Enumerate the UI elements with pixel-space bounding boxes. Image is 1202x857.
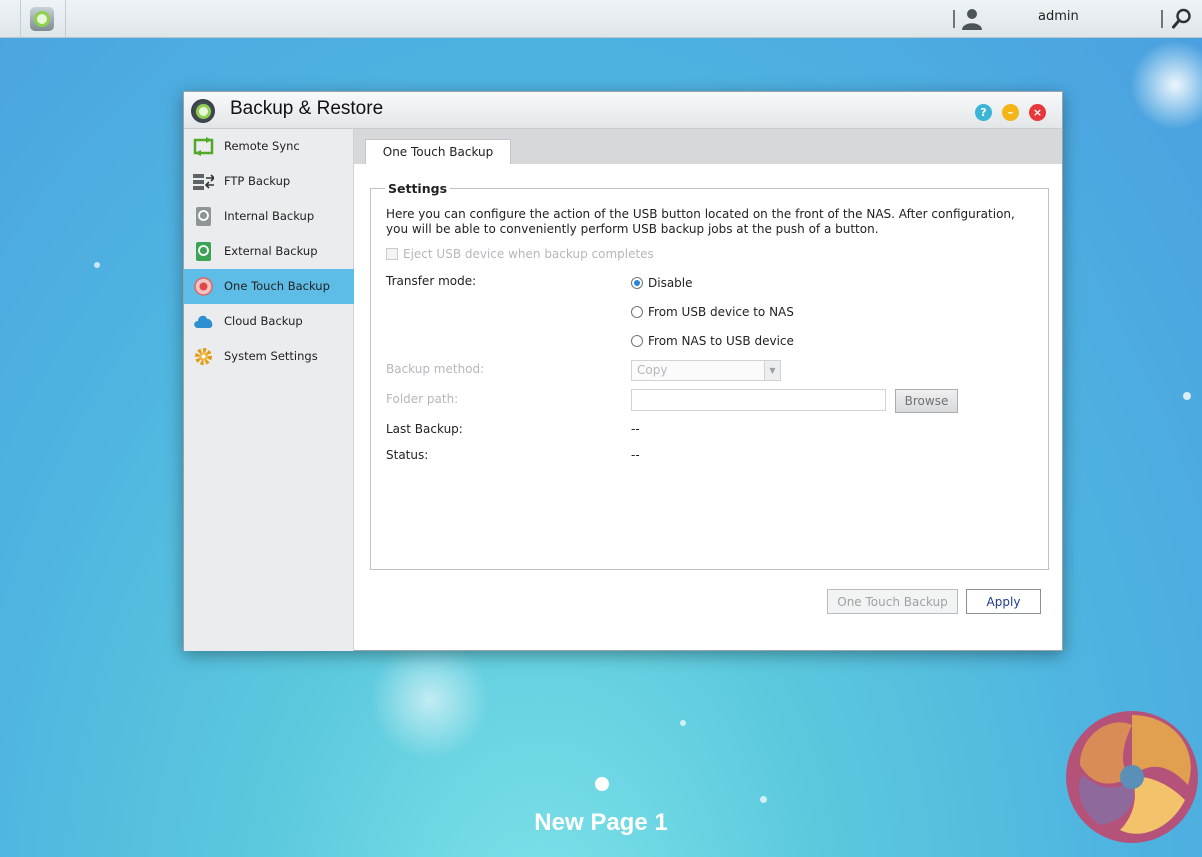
- settings-description: Here you can configure the action of the…: [386, 207, 1015, 236]
- status-label: Status:: [386, 448, 429, 462]
- background-dot: [94, 262, 100, 268]
- transfer-mode-disable-radio[interactable]: [631, 277, 643, 289]
- last-backup-value: --: [631, 422, 640, 436]
- backup-app-shortcut-icon[interactable]: [30, 7, 54, 31]
- eject-usb-checkbox[interactable]: [386, 248, 398, 260]
- background-dot: [1183, 392, 1191, 400]
- user-name[interactable]: admin: [1038, 9, 1079, 24]
- sidebar-item-system-settings[interactable]: System Settings: [184, 339, 354, 374]
- folder-path-input[interactable]: [631, 389, 886, 411]
- sidebar-item-label: One Touch Backup: [224, 279, 330, 293]
- divider: [20, 0, 21, 38]
- brand-logo-icon: [1066, 711, 1198, 843]
- gear-icon: [195, 348, 212, 365]
- settings-legend: Settings: [385, 181, 451, 196]
- top-bar: admin: [0, 0, 1202, 38]
- backup-method-value: Copy: [637, 363, 668, 377]
- close-button[interactable]: ×: [1029, 104, 1046, 121]
- divider: [953, 10, 955, 28]
- folder-path-label: Folder path:: [386, 392, 459, 406]
- tab-strip: One Touch Backup: [354, 129, 1062, 164]
- sidebar-item-remote-sync[interactable]: Remote Sync: [184, 129, 354, 164]
- apply-button[interactable]: Apply: [966, 589, 1041, 614]
- sidebar-item-label: FTP Backup: [224, 174, 291, 188]
- background-glow: [1130, 40, 1202, 130]
- divider: [1161, 10, 1163, 28]
- sidebar-item-internal-backup[interactable]: Internal Backup: [184, 199, 354, 234]
- page-label: New Page 1: [534, 809, 668, 836]
- user-icon[interactable]: [962, 8, 982, 30]
- page-indicator-dot[interactable]: [595, 777, 609, 791]
- remote-sync-icon: [193, 137, 214, 156]
- chevron-down-icon[interactable]: ▼: [764, 361, 780, 380]
- sidebar-item-label: Remote Sync: [224, 139, 300, 153]
- backup-restore-window: Backup & Restore ? – × Remote Sync FTP B…: [183, 91, 1063, 651]
- window-title: Backup & Restore: [230, 98, 384, 119]
- transfer-mode-disable-label[interactable]: Disable: [648, 276, 693, 290]
- internal-backup-icon: [196, 207, 211, 226]
- tab-one-touch-backup[interactable]: One Touch Backup: [365, 139, 511, 164]
- cloud-icon: [194, 315, 213, 328]
- help-button[interactable]: ?: [975, 104, 992, 121]
- sidebar-item-one-touch-backup[interactable]: One Touch Backup: [184, 269, 354, 304]
- external-backup-icon: [196, 242, 211, 261]
- transfer-mode-nas-to-usb-label[interactable]: From NAS to USB device: [648, 334, 794, 348]
- eject-usb-label: Eject USB device when backup completes: [403, 247, 654, 261]
- sidebar-item-ftp-backup[interactable]: FTP Backup: [184, 164, 354, 199]
- minimize-button[interactable]: –: [1002, 104, 1019, 121]
- sidebar-item-label: System Settings: [224, 349, 318, 363]
- transfer-mode-label: Transfer mode:: [386, 274, 477, 288]
- status-value: --: [631, 448, 640, 462]
- transfer-mode-usb-to-nas-label[interactable]: From USB device to NAS: [648, 305, 794, 319]
- transfer-mode-nas-to-usb-radio[interactable]: [631, 335, 643, 347]
- sidebar-item-label: Cloud Backup: [224, 314, 303, 328]
- one-touch-backup-icon: [194, 277, 213, 296]
- backup-method-label: Backup method:: [386, 362, 485, 376]
- divider: [65, 0, 66, 38]
- backup-restore-app-icon: [191, 99, 215, 123]
- one-touch-backup-button[interactable]: One Touch Backup: [827, 589, 958, 614]
- sidebar: Remote Sync FTP Backup Internal Backup E…: [184, 129, 354, 651]
- background-dot: [760, 796, 767, 803]
- backup-method-select[interactable]: Copy ▼: [631, 360, 781, 381]
- last-backup-label: Last Backup:: [386, 422, 463, 436]
- sidebar-item-label: External Backup: [224, 244, 318, 258]
- transfer-mode-usb-to-nas-radio[interactable]: [631, 306, 643, 318]
- browse-button[interactable]: Browse: [895, 389, 958, 413]
- search-icon[interactable]: [1172, 8, 1192, 30]
- sidebar-item-external-backup[interactable]: External Backup: [184, 234, 354, 269]
- background-glow: [370, 640, 490, 760]
- window-titlebar[interactable]: Backup & Restore ? – ×: [184, 92, 1062, 129]
- ftp-backup-icon: [193, 174, 214, 190]
- sidebar-item-cloud-backup[interactable]: Cloud Backup: [184, 304, 354, 339]
- background-dot: [680, 720, 686, 726]
- sidebar-item-label: Internal Backup: [224, 209, 315, 223]
